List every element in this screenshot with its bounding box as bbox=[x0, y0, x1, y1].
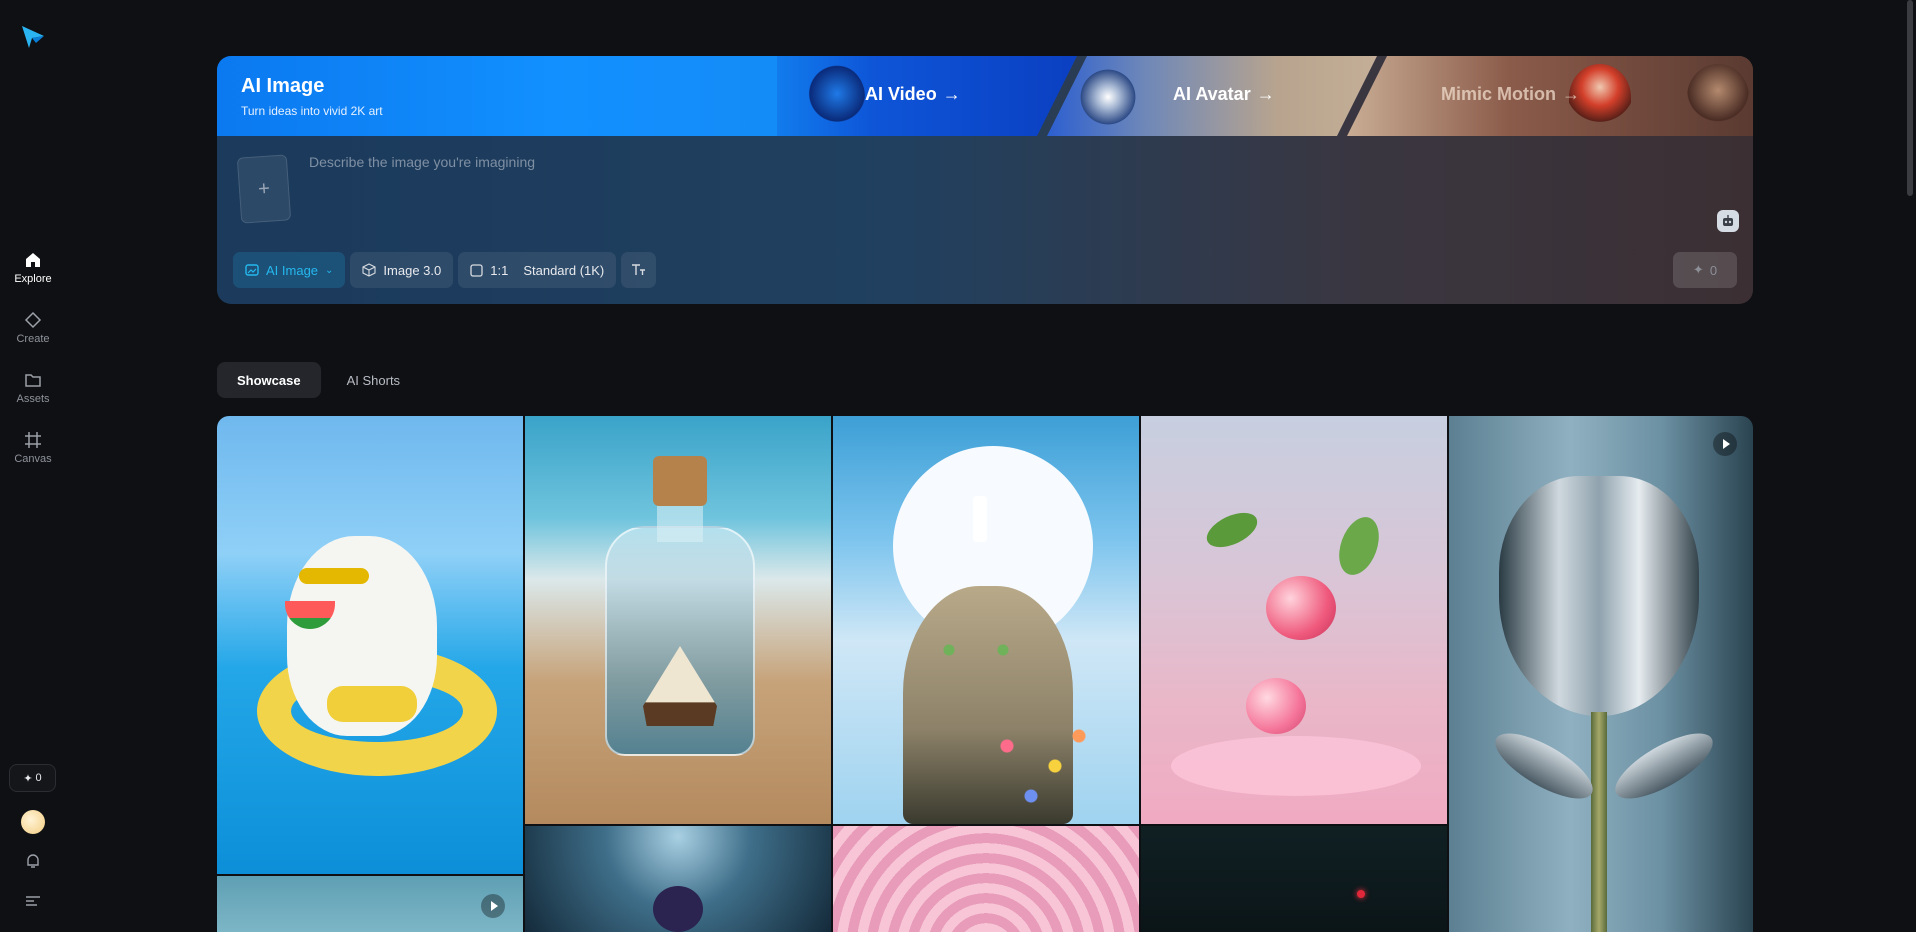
gallery-item-dark-forest[interactable] bbox=[1141, 826, 1447, 932]
prompt-toolbar: AI Image ⌄ Image 3.0 1:1 Standard (1K) bbox=[233, 252, 656, 288]
mimic-thumbnail-2 bbox=[1687, 64, 1749, 130]
tulip-shape bbox=[1499, 476, 1699, 716]
tab-label-text: Mimic Motion bbox=[1441, 84, 1556, 105]
prompt-area: + AI Image ⌄ Image 3.0 1:1 bbox=[217, 136, 1753, 304]
generate-credits: 0 bbox=[1710, 263, 1717, 278]
leaf-shape bbox=[1332, 512, 1386, 581]
gallery-tabs: Showcase AI Shorts bbox=[217, 362, 420, 398]
arrow-right-icon: → bbox=[1562, 84, 1580, 105]
sidebar-item-canvas[interactable]: Canvas bbox=[0, 418, 66, 478]
flowers-shape bbox=[983, 716, 1103, 816]
girl-shape bbox=[973, 496, 987, 542]
gallery-item-cloud-cat[interactable] bbox=[833, 416, 1139, 824]
page-scrollbar[interactable] bbox=[1907, 0, 1913, 196]
showcase-gallery bbox=[217, 416, 1753, 932]
splash-shape bbox=[1171, 736, 1421, 796]
tab-ai-video-label: AI Video → bbox=[865, 84, 961, 105]
trunks-shape bbox=[327, 686, 417, 722]
sparkle-icon: ✦ bbox=[23, 772, 32, 785]
square-ratio-icon bbox=[470, 264, 483, 277]
sidebar: Explore Create Assets Canvas ✦ 0 bbox=[0, 0, 66, 932]
app-root: Explore Create Assets Canvas ✦ 0 bbox=[0, 0, 1916, 932]
tab-ai-avatar[interactable]: AI Avatar → bbox=[1047, 56, 1377, 136]
gallery-item-metal-tulip[interactable] bbox=[1449, 416, 1753, 932]
tab-ai-image[interactable]: AI Image Turn ideas into vivid 2K art bbox=[217, 56, 777, 136]
robot-icon bbox=[1721, 214, 1735, 228]
sidebar-item-label: Explore bbox=[14, 273, 51, 285]
credits-count: 0 bbox=[36, 772, 42, 784]
cherry-shape bbox=[1266, 576, 1336, 640]
stem-shape bbox=[1591, 712, 1607, 932]
prompt-assistant-button[interactable] bbox=[1717, 210, 1739, 232]
quality-label: Standard (1K) bbox=[523, 263, 604, 278]
bell-icon[interactable] bbox=[24, 852, 42, 870]
model-select[interactable]: Image 3.0 bbox=[350, 252, 453, 288]
credits-pill[interactable]: ✦ 0 bbox=[9, 764, 56, 792]
home-icon bbox=[24, 251, 42, 269]
spider-shape bbox=[653, 886, 703, 932]
folder-icon bbox=[24, 371, 42, 389]
tab-mimic-motion-label: Mimic Motion → bbox=[1441, 84, 1580, 105]
sunglasses-shape bbox=[299, 568, 369, 584]
cat-eyes-shape bbox=[931, 642, 1021, 658]
leaf-shape bbox=[1202, 506, 1263, 554]
sidebar-item-create[interactable]: Create bbox=[0, 298, 66, 358]
tab-ai-video[interactable]: AI Video → bbox=[737, 56, 1077, 136]
sparkle-icon: ✦ bbox=[1693, 262, 1704, 278]
gallery-item-ship-bottle[interactable] bbox=[525, 416, 831, 824]
gallery-item-video-1[interactable] bbox=[217, 876, 523, 932]
ratio-quality-select[interactable]: 1:1 Standard (1K) bbox=[458, 252, 616, 288]
logo-icon[interactable] bbox=[20, 24, 46, 50]
sidebar-item-assets[interactable]: Assets bbox=[0, 358, 66, 418]
tab-mimic-motion[interactable]: Mimic Motion → bbox=[1347, 56, 1753, 136]
video-thumbnail bbox=[803, 64, 865, 130]
leaf-shape bbox=[1486, 721, 1601, 811]
play-icon[interactable] bbox=[481, 894, 505, 918]
ratio-label: 1:1 bbox=[490, 263, 508, 278]
sidebar-item-label: Assets bbox=[16, 393, 49, 405]
tab-ai-image-title: AI Image bbox=[241, 75, 324, 98]
tab-label-text: AI Avatar bbox=[1173, 84, 1251, 105]
cube-icon bbox=[362, 263, 376, 277]
feature-tabs: Mimic Motion → AI Avatar → AI Video → bbox=[217, 56, 1753, 136]
tab-label-text: AI Video bbox=[865, 84, 937, 105]
tab-ai-shorts[interactable]: AI Shorts bbox=[327, 362, 420, 398]
generate-button[interactable]: ✦ 0 bbox=[1673, 252, 1737, 288]
cherry-shape bbox=[1246, 678, 1306, 734]
bottle-neck-shape bbox=[657, 502, 703, 542]
generator-card: Mimic Motion → AI Avatar → AI Video → bbox=[217, 56, 1753, 304]
text-format-icon bbox=[631, 263, 646, 277]
tab-ai-avatar-label: AI Avatar → bbox=[1173, 84, 1275, 105]
play-icon[interactable] bbox=[1713, 432, 1737, 456]
gallery-item-spider-cave[interactable] bbox=[525, 826, 831, 932]
sidebar-item-explore[interactable]: Explore bbox=[0, 238, 66, 298]
menu-icon[interactable] bbox=[24, 892, 42, 910]
gallery-item-pink-field[interactable] bbox=[833, 826, 1139, 932]
text-style-button[interactable] bbox=[621, 252, 656, 288]
avatar-thumbnail bbox=[1077, 64, 1139, 130]
sidebar-item-label: Create bbox=[16, 333, 49, 345]
cork-shape bbox=[653, 456, 707, 506]
gallery-item-cat-pool[interactable] bbox=[217, 416, 523, 874]
diamond-icon bbox=[24, 311, 42, 329]
arrow-right-icon: → bbox=[943, 84, 961, 105]
sidebar-item-label: Canvas bbox=[14, 453, 51, 465]
prompt-input[interactable] bbox=[309, 150, 1609, 174]
leaf-shape bbox=[1606, 721, 1721, 811]
tab-showcase[interactable]: Showcase bbox=[217, 362, 321, 398]
upload-reference-button[interactable]: + bbox=[237, 154, 291, 223]
mode-select[interactable]: AI Image ⌄ bbox=[233, 252, 345, 288]
image-mode-icon bbox=[245, 263, 259, 277]
sidebar-nav: Explore Create Assets Canvas bbox=[0, 238, 66, 478]
red-eye-shape bbox=[1357, 890, 1365, 898]
plus-icon: + bbox=[257, 177, 270, 201]
chevron-down-icon: ⌄ bbox=[325, 265, 333, 276]
frame-icon bbox=[24, 431, 42, 449]
arrow-right-icon: → bbox=[1257, 84, 1275, 105]
model-select-label: Image 3.0 bbox=[383, 263, 441, 278]
avatar[interactable] bbox=[21, 810, 45, 834]
mode-select-label: AI Image bbox=[266, 263, 318, 278]
tab-ai-image-subtitle: Turn ideas into vivid 2K art bbox=[241, 104, 383, 118]
gallery-item-cherries[interactable] bbox=[1141, 416, 1447, 824]
